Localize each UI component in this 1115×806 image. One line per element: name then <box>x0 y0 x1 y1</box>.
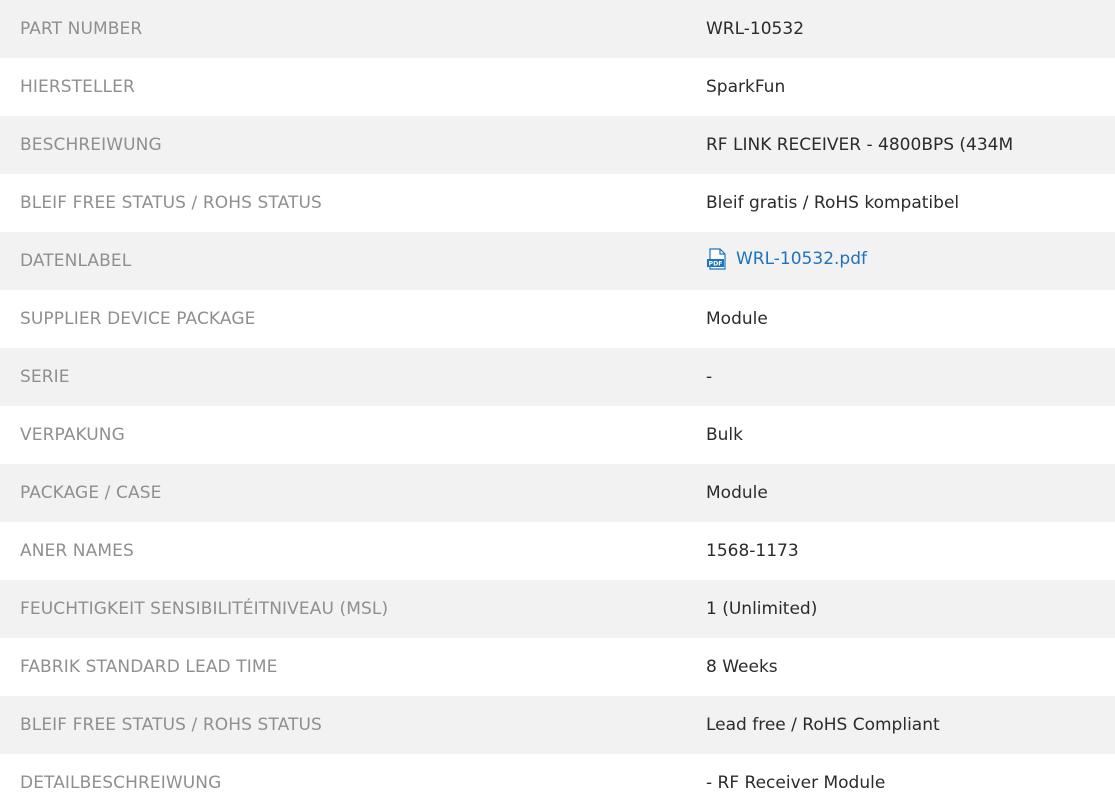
spec-label: DATENLABEL <box>20 251 132 271</box>
spec-row-supplier-package: SUPPLIER DEVICE PACKAGE Module <box>0 290 1115 348</box>
spec-value: WRL-10532 <box>706 19 805 39</box>
spec-label: FABRIK STANDARD LEAD TIME <box>20 657 278 677</box>
pdf-icon: PDF <box>706 247 728 270</box>
spec-value: Bleif gratis / RoHS kompatibel <box>706 193 960 213</box>
spec-row-description: BESCHREIWUNG RF LINK RECEIVER - 4800BPS … <box>0 116 1115 174</box>
spec-value: Module <box>706 483 768 503</box>
spec-row-lead-free-status: BLEIF FREE STATUS / ROHS STATUS Lead fre… <box>0 696 1115 754</box>
spec-row-datasheet: DATENLABEL PDF WRL-10532.pdf <box>0 232 1115 290</box>
spec-value: - RF Receiver Module <box>706 773 886 793</box>
spec-label: BESCHREIWUNG <box>20 135 162 155</box>
spec-row-packaging: VERPAKUNG Bulk <box>0 406 1115 464</box>
spec-value: Lead free / RoHS Compliant <box>706 715 940 735</box>
datasheet-link[interactable]: PDF WRL-10532.pdf <box>706 247 867 270</box>
spec-label: PACKAGE / CASE <box>20 483 162 503</box>
spec-value: Module <box>706 309 768 329</box>
spec-row-lead-time: FABRIK STANDARD LEAD TIME 8 Weeks <box>0 638 1115 696</box>
spec-table: PART NUMBER WRL-10532 HIERSTELLER SparkF… <box>0 0 1115 806</box>
spec-row-detailed-description: DETAILBESCHREIWUNG - RF Receiver Module <box>0 754 1115 806</box>
spec-label: BLEIF FREE STATUS / ROHS STATUS <box>20 715 322 735</box>
spec-value: RF LINK RECEIVER - 4800BPS (434M <box>706 135 1014 155</box>
datasheet-link-label: WRL-10532.pdf <box>736 248 867 269</box>
spec-row-package-case: PACKAGE / CASE Module <box>0 464 1115 522</box>
spec-label: SUPPLIER DEVICE PACKAGE <box>20 309 256 329</box>
spec-label: HIERSTELLER <box>20 77 135 97</box>
spec-label: ANER NAMES <box>20 541 134 561</box>
svg-text:PDF: PDF <box>709 260 723 267</box>
spec-value: - <box>706 367 713 387</box>
spec-row-manufacturer: HIERSTELLER SparkFun <box>0 58 1115 116</box>
spec-row-msl: FEUCHTIGKEIT SENSIBILITÉITNIVEAU (MSL) 1… <box>0 580 1115 638</box>
spec-value: PDF WRL-10532.pdf <box>706 232 1115 290</box>
spec-row-part-number: PART NUMBER WRL-10532 <box>0 0 1115 58</box>
spec-value: SparkFun <box>706 77 786 97</box>
spec-value: 1 (Unlimited) <box>706 599 818 619</box>
spec-row-rohs-status: BLEIF FREE STATUS / ROHS STATUS Bleif gr… <box>0 174 1115 232</box>
spec-label: DETAILBESCHREIWUNG <box>20 773 222 793</box>
spec-label: FEUCHTIGKEIT SENSIBILITÉITNIVEAU (MSL) <box>20 599 389 619</box>
spec-value: Bulk <box>706 425 744 445</box>
spec-value: 8 Weeks <box>706 657 778 677</box>
spec-label: SERIE <box>20 367 70 387</box>
spec-label: BLEIF FREE STATUS / ROHS STATUS <box>20 193 322 213</box>
spec-row-other-names: ANER NAMES 1568-1173 <box>0 522 1115 580</box>
spec-label: PART NUMBER <box>20 19 143 39</box>
spec-value: 1568-1173 <box>706 541 799 561</box>
spec-row-series: SERIE - <box>0 348 1115 406</box>
spec-label: VERPAKUNG <box>20 425 125 445</box>
